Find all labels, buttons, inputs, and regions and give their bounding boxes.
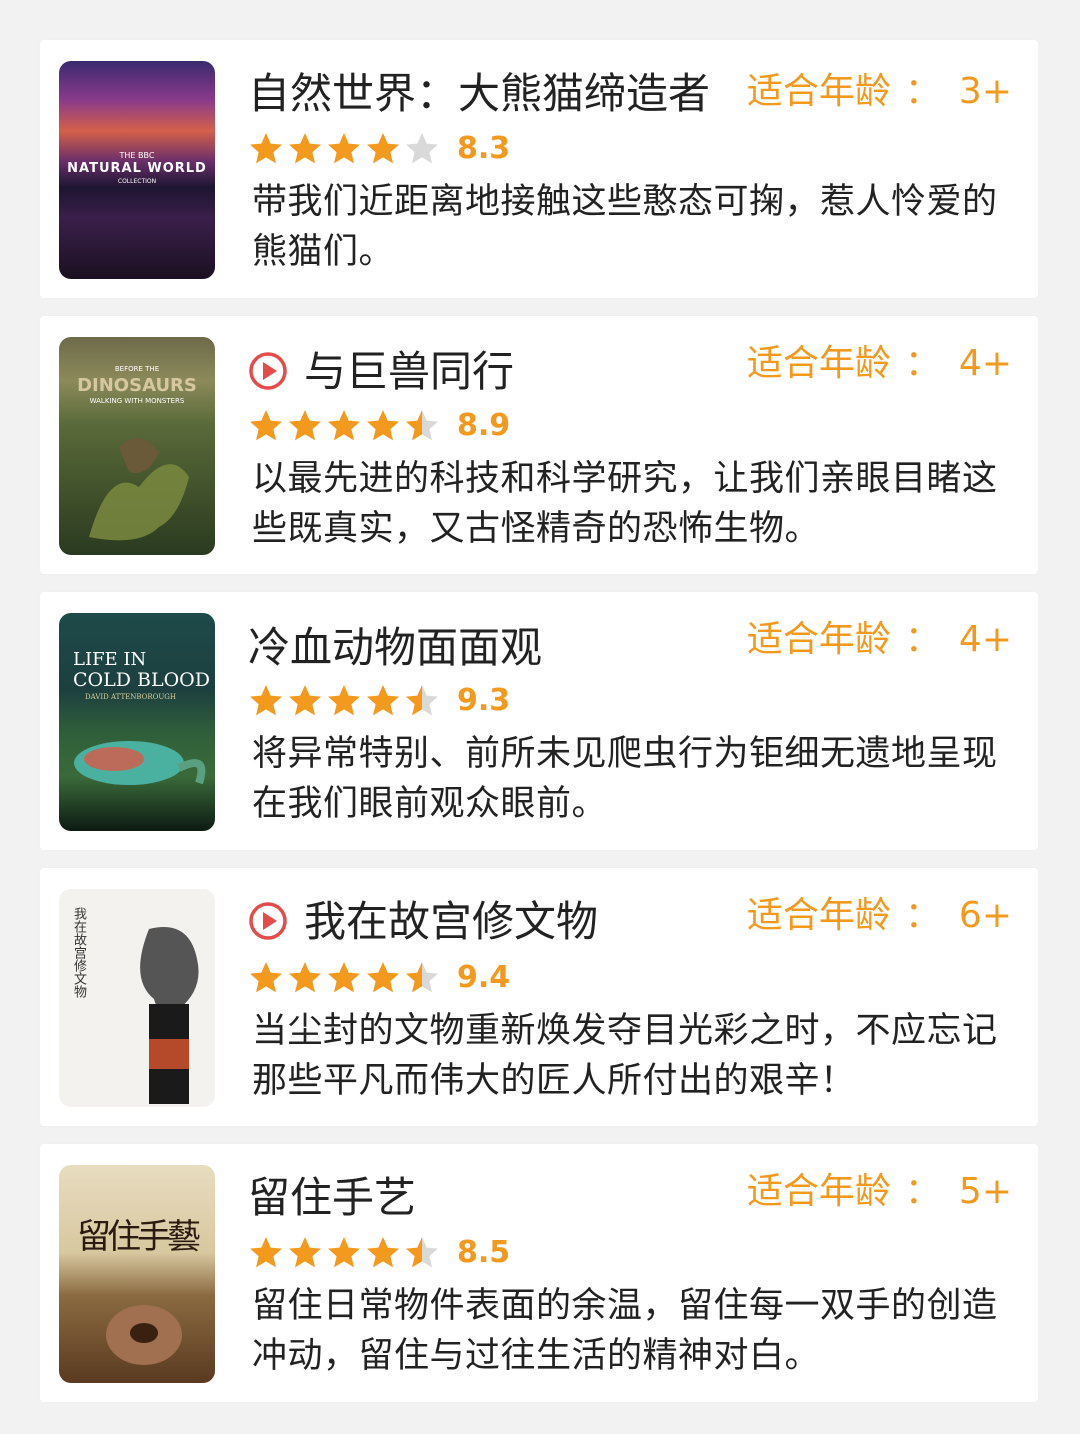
star-half-icon — [406, 685, 438, 716]
doc-title-text: 自然世界：大熊猫缔造者 — [248, 69, 711, 118]
doc-card-5[interactable]: 留住手藝 留住手艺 适合年龄 ： 5+ 8.5 留住日常物件表面的余温，留住每一双手… — [40, 1144, 1038, 1402]
star-rating — [248, 1233, 443, 1273]
doc-card-1[interactable]: THE BBC NATURAL WORLD COLLECTION 自然世界：大熊… — [40, 40, 1038, 298]
poster-text: THE BBC — [119, 151, 155, 160]
doc-card-4[interactable]: 我在故宫修文物 我在故宫修文物 适合年龄 ： 6+ 9.4 当尘封的文物重新焕发夺目… — [40, 868, 1038, 1126]
age-value: 5+ — [958, 1171, 1012, 1212]
star-full-icon — [250, 410, 282, 441]
star-full-icon — [289, 410, 321, 441]
doc-title-text: 留住手艺 — [248, 1173, 417, 1222]
age-colon: ： — [904, 895, 941, 936]
age-colon: ： — [904, 619, 941, 660]
poster-text: 我在故宫修文物 — [71, 907, 86, 998]
play-icon[interactable] — [248, 351, 288, 391]
doc-description: 将异常特别、前所未见爬虫行为钜细无遗地呈现在我们眼前观众眼前。 — [252, 734, 998, 824]
poster-life-in-cold-blood[interactable]: LIFE IN COLD BLOOD DAVID ATTENBOROUGH — [59, 613, 215, 831]
star-half-icon — [406, 410, 438, 441]
doc-card-3[interactable]: LIFE IN COLD BLOOD DAVID ATTENBOROUGH 冷血… — [40, 592, 1038, 850]
star-full-icon — [367, 685, 399, 716]
poster-text: NATURAL WORLD — [67, 161, 207, 176]
doc-description: 当尘封的文物重新焕发夺目光彩之时，不应忘记那些平凡而伟大的匠人所付出的艰辛！ — [252, 1011, 998, 1101]
age-value: 4+ — [958, 619, 1012, 660]
age-rating: 适合年龄 ： 6+ — [747, 886, 1012, 946]
star-full-icon — [328, 1237, 360, 1268]
poster-walking-with-monsters[interactable]: BEFORE THE DINOSAURS WALKING WITH MONSTE… — [59, 337, 215, 555]
age-label: 适合年龄 — [746, 619, 891, 660]
age-rating: 适合年龄 ： 3+ — [747, 62, 1012, 122]
poster-text: 留住手藝 — [77, 1217, 201, 1257]
age-colon: ： — [904, 1171, 941, 1212]
poster-masters-in-forbidden-city[interactable]: 我在故宫修文物 — [59, 889, 215, 1107]
age-label: 适合年龄 — [746, 895, 891, 936]
star-rating — [248, 958, 443, 998]
star-full-icon — [289, 685, 321, 716]
rating-score: 8.3 — [457, 130, 511, 166]
doc-title-text: 冷血动物面面观 — [248, 623, 543, 672]
age-value: 3+ — [958, 71, 1012, 112]
star-full-icon — [250, 685, 282, 716]
age-colon: ： — [904, 343, 941, 384]
doc-card-2[interactable]: BEFORE THE DINOSAURS WALKING WITH MONSTE… — [40, 316, 1038, 574]
poster-text: DAVID ATTENBOROUGH — [85, 693, 176, 701]
star-full-icon — [328, 962, 360, 993]
poster-text: WALKING WITH MONSTERS — [89, 397, 185, 405]
rating-row: 9.3 — [248, 680, 510, 720]
star-full-icon — [328, 685, 360, 716]
age-label: 适合年龄 — [746, 71, 891, 112]
poster-text: COLD BLOOD — [73, 669, 210, 691]
play-icon[interactable] — [248, 901, 288, 941]
rating-score: 9.3 — [457, 682, 511, 718]
age-rating: 适合年龄 ： 4+ — [747, 610, 1012, 670]
star-full-icon — [367, 410, 399, 441]
doc-title[interactable]: 自然世界：大熊猫缔造者 — [248, 64, 710, 124]
doc-title[interactable]: 留住手艺 — [248, 1168, 416, 1228]
doc-title[interactable]: 冷血动物面面观 — [248, 618, 542, 678]
doc-description: 以最先进的科技和科学研究，让我们亲眼目睹这些既真实，又古怪精奇的恐怖生物。 — [252, 459, 998, 549]
doc-title[interactable]: 与巨兽同行 — [248, 342, 514, 402]
star-rating — [248, 681, 443, 721]
doc-description: 带我们近距离地接触这些憨态可掬，惹人怜爱的熊猫们。 — [252, 182, 998, 272]
rating-score: 8.5 — [457, 1234, 511, 1270]
rating-row: 8.5 — [248, 1232, 510, 1272]
rating-row: 8.9 — [248, 405, 510, 445]
star-empty-icon — [406, 133, 438, 164]
rating-score: 9.4 — [457, 959, 511, 995]
star-full-icon — [289, 1237, 321, 1268]
rating-row: 9.4 — [248, 957, 510, 997]
rating-score: 8.9 — [457, 407, 511, 443]
doc-title-text: 我在故宫修文物 — [304, 897, 599, 946]
star-rating — [248, 129, 443, 169]
star-full-icon — [250, 962, 282, 993]
star-full-icon — [250, 133, 282, 164]
star-full-icon — [367, 133, 399, 164]
age-value: 6+ — [958, 895, 1012, 936]
star-full-icon — [250, 1237, 282, 1268]
star-full-icon — [289, 962, 321, 993]
star-full-icon — [367, 1237, 399, 1268]
age-label: 适合年龄 — [746, 343, 891, 384]
doc-title[interactable]: 我在故宫修文物 — [248, 892, 598, 952]
poster-text: BEFORE THE — [114, 365, 160, 373]
age-rating: 适合年龄 ： 4+ — [747, 334, 1012, 394]
doc-title-text: 与巨兽同行 — [304, 347, 515, 396]
star-full-icon — [367, 962, 399, 993]
star-full-icon — [328, 410, 360, 441]
age-colon: ： — [904, 71, 941, 112]
poster-text: LIFE IN — [73, 649, 147, 670]
star-rating — [248, 406, 443, 446]
poster-text: COLLECTION — [117, 178, 157, 185]
star-half-icon — [406, 962, 438, 993]
poster-natural-world[interactable]: THE BBC NATURAL WORLD COLLECTION — [59, 61, 215, 279]
poster-text: DINOSAURS — [77, 375, 197, 396]
poster-liuzhu-shouyi[interactable]: 留住手藝 — [59, 1165, 215, 1383]
age-rating: 适合年龄 ： 5+ — [747, 1162, 1012, 1222]
age-value: 4+ — [958, 343, 1012, 384]
star-full-icon — [289, 133, 321, 164]
rating-row: 8.3 — [248, 128, 510, 168]
star-full-icon — [328, 133, 360, 164]
doc-description: 留住日常物件表面的余温，留住每一双手的创造冲动，留住与过往生活的精神对白。 — [252, 1286, 998, 1376]
star-half-icon — [406, 1237, 438, 1268]
age-label: 适合年龄 — [746, 1171, 891, 1212]
